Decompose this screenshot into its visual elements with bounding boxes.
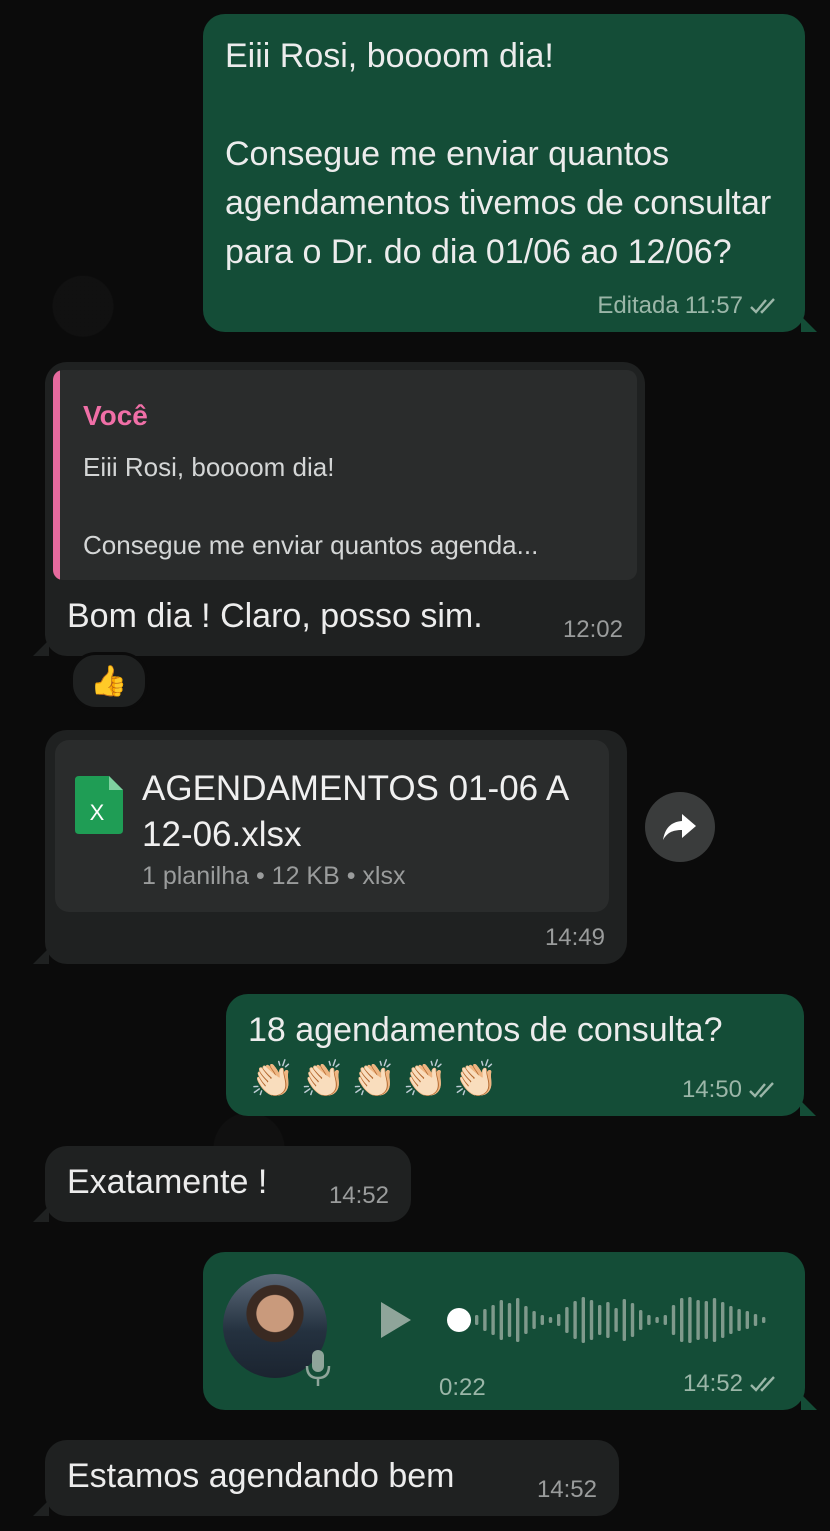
thumbs-up-icon: 👍 bbox=[90, 664, 128, 698]
waveform-bar bbox=[524, 1306, 528, 1334]
double-check-icon bbox=[749, 1082, 774, 1098]
play-icon[interactable] bbox=[379, 1300, 413, 1340]
message-time: 14:49 bbox=[544, 924, 605, 951]
message-meta: Editada 11:57 bbox=[597, 292, 781, 320]
double-check-icon bbox=[750, 1376, 775, 1392]
waveform-bar bbox=[622, 1299, 626, 1341]
waveform-bar bbox=[639, 1310, 643, 1330]
waveform-bar bbox=[483, 1309, 487, 1331]
message-incoming-4[interactable]: Estamos agendando bem 14:52 bbox=[33, 1440, 619, 1516]
message-text: 18 agendamentos de consulta? bbox=[248, 1011, 723, 1049]
waveform-bar bbox=[696, 1300, 700, 1340]
message-text: Estamos agendando bem bbox=[67, 1457, 455, 1495]
waveform-bar bbox=[573, 1301, 577, 1339]
waveform-bar bbox=[647, 1315, 651, 1325]
waveform-bar bbox=[499, 1300, 503, 1340]
waveform-bar bbox=[614, 1308, 618, 1332]
message-time: 11:57 bbox=[684, 292, 743, 319]
message-time: 14:52 bbox=[328, 1182, 389, 1209]
svg-text:X: X bbox=[90, 800, 105, 825]
waveform-bar bbox=[737, 1309, 741, 1331]
clapping-hands-icons: 👏🏻👏🏻👏🏻👏🏻👏🏻 bbox=[250, 1058, 505, 1099]
message-incoming-3[interactable]: Exatamente ! 14:52 bbox=[33, 1146, 411, 1222]
quote-accent-bar bbox=[53, 370, 60, 580]
playback-scrubber bbox=[447, 1308, 471, 1332]
waveform-bar bbox=[532, 1311, 536, 1329]
waveform-bar bbox=[507, 1303, 512, 1337]
waveform-bar bbox=[475, 1315, 479, 1325]
waveform-bar bbox=[598, 1305, 602, 1335]
waveform-bar bbox=[704, 1301, 708, 1339]
waveform-bar bbox=[491, 1305, 495, 1335]
message-outgoing-1[interactable]: Eiii Rosi, boooom dia! Consegue me envia… bbox=[203, 14, 817, 332]
waveform-bar bbox=[712, 1298, 717, 1342]
voice-duration: 0:22 bbox=[439, 1374, 486, 1401]
waveform-bar bbox=[671, 1305, 676, 1335]
message-meta: 14:52 bbox=[683, 1370, 781, 1398]
quote-text: Eiii Rosi, boooom dia! Consegue me envia… bbox=[83, 452, 539, 560]
message-text: Bom dia ! Claro, posso sim. bbox=[67, 597, 483, 635]
message-meta: 14:50 bbox=[682, 1076, 780, 1104]
message-time: 14:52 bbox=[682, 1370, 743, 1397]
waveform-bar bbox=[680, 1298, 684, 1342]
message-text: Exatamente ! bbox=[67, 1163, 268, 1201]
message-incoming-reply[interactable]: Você Eiii Rosi, boooom dia! Consegue me … bbox=[33, 362, 645, 656]
waveform-bar bbox=[721, 1302, 725, 1338]
reaction-badge[interactable]: 👍 bbox=[70, 652, 148, 710]
waveform-bar bbox=[589, 1300, 594, 1340]
edited-label: Editada bbox=[597, 292, 679, 319]
waveform-bar bbox=[688, 1297, 692, 1343]
forward-icon bbox=[663, 814, 696, 840]
message-time: 14:52 bbox=[536, 1476, 597, 1503]
waveform-bar bbox=[540, 1315, 544, 1325]
file-info: 1 planilha • 12 KB • xlsx bbox=[142, 862, 406, 890]
quoted-message[interactable]: Você Eiii Rosi, boooom dia! Consegue me … bbox=[53, 370, 637, 580]
waveform-bar bbox=[548, 1317, 553, 1323]
message-time: 14:50 bbox=[681, 1076, 742, 1103]
file-name: AGENDAMENTOS 01-06 A 12-06.xlsx bbox=[142, 769, 568, 854]
waveform-bar bbox=[606, 1302, 610, 1338]
message-outgoing-2[interactable]: 18 agendamentos de consulta? 👏🏻👏🏻👏🏻👏🏻👏🏻 … bbox=[226, 994, 816, 1116]
waveform-bar bbox=[630, 1303, 635, 1337]
waveform-bar bbox=[581, 1297, 585, 1343]
waveform-bar bbox=[516, 1298, 520, 1342]
message-text: Eiii Rosi, boooom dia! Consegue me envia… bbox=[225, 37, 772, 271]
forward-button[interactable] bbox=[645, 792, 715, 862]
quote-author: Você bbox=[83, 400, 148, 431]
waveform-bar bbox=[753, 1314, 758, 1326]
double-check-icon bbox=[750, 298, 775, 314]
voice-waveform[interactable] bbox=[443, 1292, 773, 1348]
waveform-bar bbox=[745, 1311, 749, 1329]
waveform-bar bbox=[663, 1315, 667, 1325]
message-outgoing-voice[interactable]: 0:22 14:52 bbox=[203, 1252, 817, 1410]
message-time: 12:02 bbox=[562, 616, 623, 643]
waveform-bar bbox=[655, 1317, 659, 1323]
waveform-bar bbox=[565, 1307, 569, 1333]
message-incoming-file[interactable]: X AGENDAMENTOS 01-06 A 12-06.xlsx 1 plan… bbox=[33, 730, 627, 964]
excel-file-icon: X bbox=[75, 776, 123, 834]
waveform-bar bbox=[762, 1317, 766, 1323]
file-attachment[interactable]: X AGENDAMENTOS 01-06 A 12-06.xlsx 1 plan… bbox=[55, 740, 609, 912]
waveform-bar bbox=[729, 1306, 733, 1334]
microphone-icon bbox=[305, 1350, 331, 1386]
waveform-bar bbox=[557, 1314, 561, 1326]
